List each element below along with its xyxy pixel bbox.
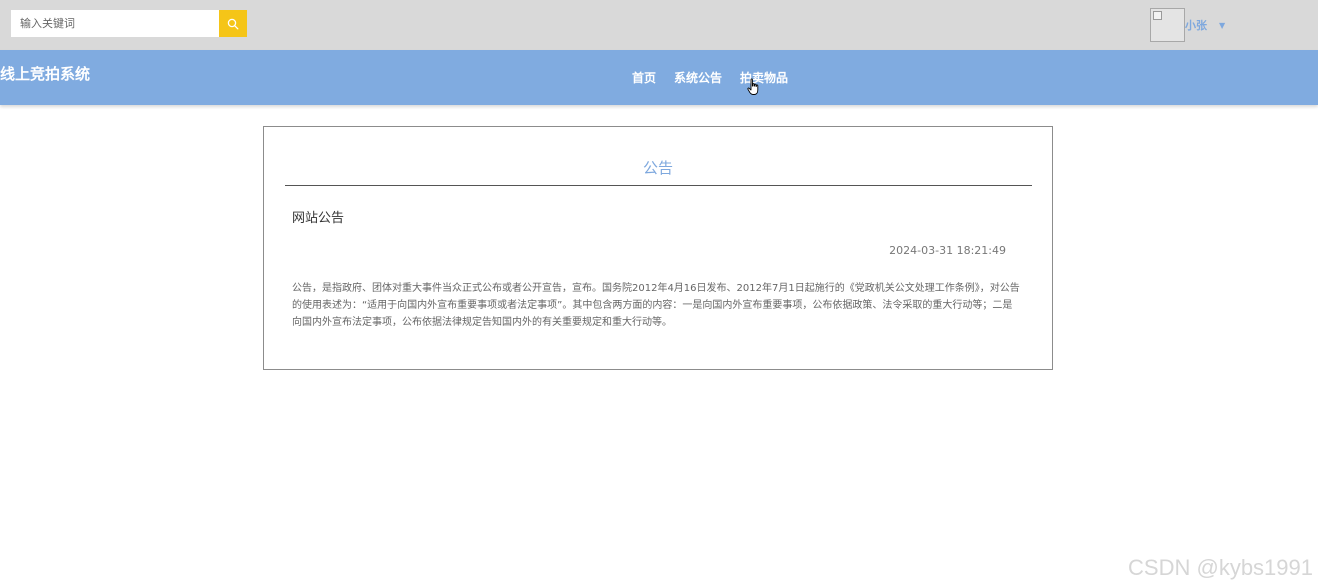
section-divider (285, 185, 1032, 186)
user-menu[interactable]: 小张 ▼ (1150, 8, 1225, 42)
nav-item-announcements[interactable]: 系统公告 (665, 69, 731, 86)
avatar[interactable] (1150, 8, 1185, 42)
notice-timestamp: 2024-03-31 18:21:49 (889, 244, 1006, 257)
watermark: CSDN @kybs1991 (1128, 555, 1313, 580)
search-input[interactable] (11, 10, 219, 37)
section-title: 公告 (642, 159, 673, 177)
search-box (11, 10, 247, 37)
notice-card: 公告 网站公告 2024-03-31 18:21:49 公告，是指政府、团体对重… (263, 126, 1053, 370)
nav-item-auction-items[interactable]: 拍卖物品 (731, 69, 797, 86)
main-nav-bar: 线上竞拍系统 首页 系统公告 拍卖物品 (0, 50, 1318, 105)
site-title: 线上竞拍系统 (0, 65, 91, 83)
notice-title: 网站公告 (292, 211, 345, 226)
hand-cursor-icon (747, 78, 759, 95)
broken-image-icon (1153, 11, 1162, 20)
caret-down-icon[interactable]: ▼ (1219, 21, 1225, 30)
user-name[interactable]: 小张 (1185, 17, 1207, 33)
notice-content: 公告，是指政府、团体对重大事件当众正式公布或者公开宣告，宣布。国务院2012年4… (292, 283, 1020, 328)
search-icon (227, 18, 239, 29)
search-button[interactable] (219, 10, 247, 37)
nav-links: 首页 系统公告 拍卖物品 (623, 69, 797, 86)
top-bar: 小张 ▼ (0, 0, 1318, 50)
nav-item-home[interactable]: 首页 (623, 69, 665, 86)
